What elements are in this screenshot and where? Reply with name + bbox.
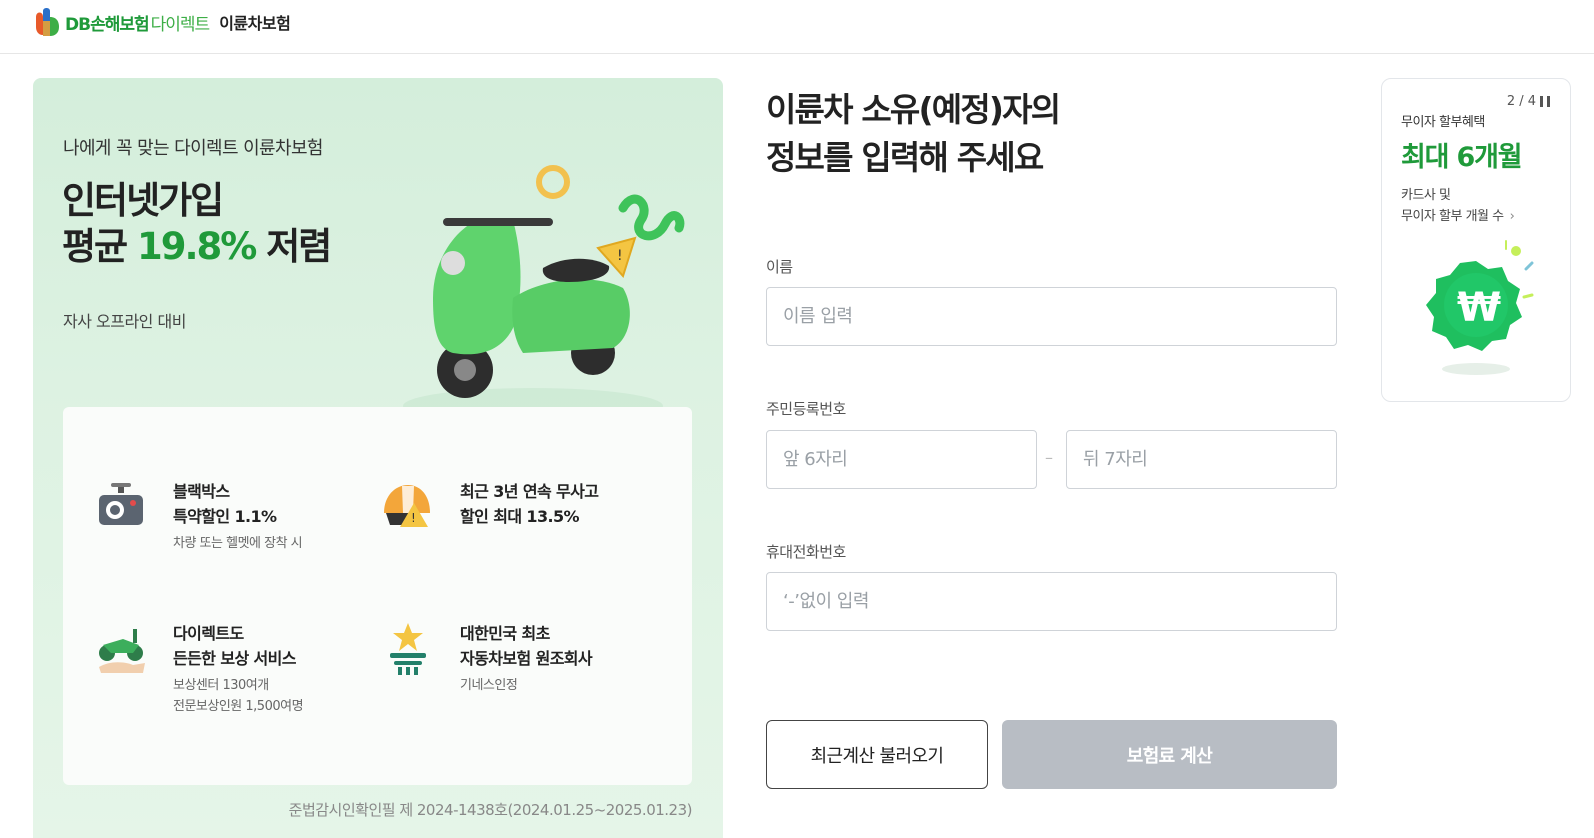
promo-discount-percent: 19.8% (136, 225, 257, 268)
name-label: 이름 (766, 258, 793, 276)
phone-label: 휴대전화번호 (766, 543, 846, 561)
dashcam-icon (99, 483, 143, 525)
rrn-front-input[interactable] (766, 430, 1037, 489)
name-input[interactable] (766, 287, 1337, 346)
scooter-hand-icon (99, 629, 145, 673)
benefits-card: 블랙박스 특약할인 1.1% 차량 또는 헬멧에 장착 시 ! 최근 3년 연속… (63, 407, 692, 785)
rrn-back-input[interactable] (1066, 430, 1337, 489)
brand-name: DB손해보험 다이렉트 (65, 10, 211, 35)
svg-text:!: ! (617, 248, 623, 264)
promo-title-line2: 평균 19.8% 저렴 (62, 224, 332, 270)
benefit-title: 대한민국 최초 자동차보험 원조회사 (460, 624, 593, 668)
banner-detail-link[interactable]: 무이자 할부 개월 수 › (1401, 206, 1515, 227)
chevron-right-icon: › (1509, 209, 1515, 224)
benefit-dashcam: 블랙박스 특약할인 1.1% 차량 또는 헬멧에 장착 시 (93, 479, 303, 554)
pause-icon[interactable] (1540, 96, 1550, 107)
compliance-notice: 준법감시인확인필 제 2024-1438호(2024.01.25~2025.01… (288, 801, 693, 819)
svg-text:!: ! (411, 511, 416, 525)
banner-headline: 최대 6개월 (1401, 142, 1523, 173)
promo-title-suffix: 저렴 (255, 225, 332, 268)
promo-title: 인터넷가입 평균 19.8% 저렴 (62, 178, 332, 270)
promo-title-prefix: 평균 (62, 225, 137, 268)
svg-text:₩: ₩ (1457, 285, 1501, 331)
side-promo-banner[interactable]: 2 / 4 무이자 할부혜택 최대 6개월 카드사 및 무이자 할부 개월 수 … (1381, 78, 1571, 402)
site-header: DB손해보험 다이렉트 이륜차보험 (0, 0, 1594, 54)
benefit-desc: 차량 또는 헬멧에 장착 시 (173, 536, 303, 551)
promo-title-line1: 인터넷가입 (62, 179, 224, 222)
benefit-desc: 보상센터 130여개 전문보상인원 1,500여명 (173, 678, 304, 714)
benefit-original-company: 대한민국 최초 자동차보험 원조회사 기네스인정 (380, 621, 593, 696)
banner-desc-line2: 무이자 할부 개월 수 (1401, 209, 1504, 224)
db-logo-icon (36, 8, 59, 36)
promo-subtitle: 나에게 꼭 맞는 다이렉트 이륜차보험 (63, 138, 323, 159)
won-coin-icon: ₩ (1426, 240, 1534, 375)
brand-direct-text: 다이렉트 (150, 14, 211, 35)
benefit-desc: 기네스인정 (460, 678, 518, 693)
db-logo[interactable]: DB손해보험 다이렉트 이륜차보험 (33, 4, 291, 40)
form-title: 이륜차 소유(예정)자의 정보를 입력해 주세요 (766, 90, 1061, 177)
benefit-title: 블랙박스 특약할인 1.1% (173, 482, 277, 526)
banner-desc-line1: 카드사 및 (1401, 188, 1451, 203)
banner-pager: 2 / 4 (1506, 94, 1536, 109)
benefit-title: 다이렉트도 든든한 보상 서비스 (173, 624, 297, 668)
banner-desc: 카드사 및 무이자 할부 개월 수 › (1401, 185, 1515, 227)
rrn-separator: – (1045, 448, 1053, 467)
load-recent-calc-button[interactable]: 최근계산 불러오기 (766, 720, 988, 789)
star-trophy-icon (390, 623, 426, 675)
scooter-illustration: ! (403, 165, 685, 424)
brand-db-text: DB손해보험 (65, 14, 150, 35)
phone-input[interactable] (766, 572, 1337, 631)
benefit-title: 최근 3년 연속 무사고 할인 최대 13.5% (460, 482, 599, 526)
benefit-claim-service: 다이렉트도 든든한 보상 서비스 보상센터 130여개 전문보상인원 1,500… (93, 621, 304, 717)
promo-note: 자사 오프라인 대비 (63, 312, 186, 331)
rrn-label: 주민등록번호 (766, 400, 846, 418)
helmet-warning-icon: ! (384, 485, 430, 527)
calculate-premium-button[interactable]: 보험료 계산 (1002, 720, 1337, 789)
product-name: 이륜차보험 (219, 14, 291, 33)
benefit-no-accident: ! 최근 3년 연속 무사고 할인 최대 13.5% (380, 479, 599, 535)
banner-subtitle: 무이자 할부혜택 (1401, 115, 1485, 130)
promo-panel: 나에게 꼭 맞는 다이렉트 이륜차보험 인터넷가입 평균 19.8% 저렴 자사… (33, 78, 723, 838)
